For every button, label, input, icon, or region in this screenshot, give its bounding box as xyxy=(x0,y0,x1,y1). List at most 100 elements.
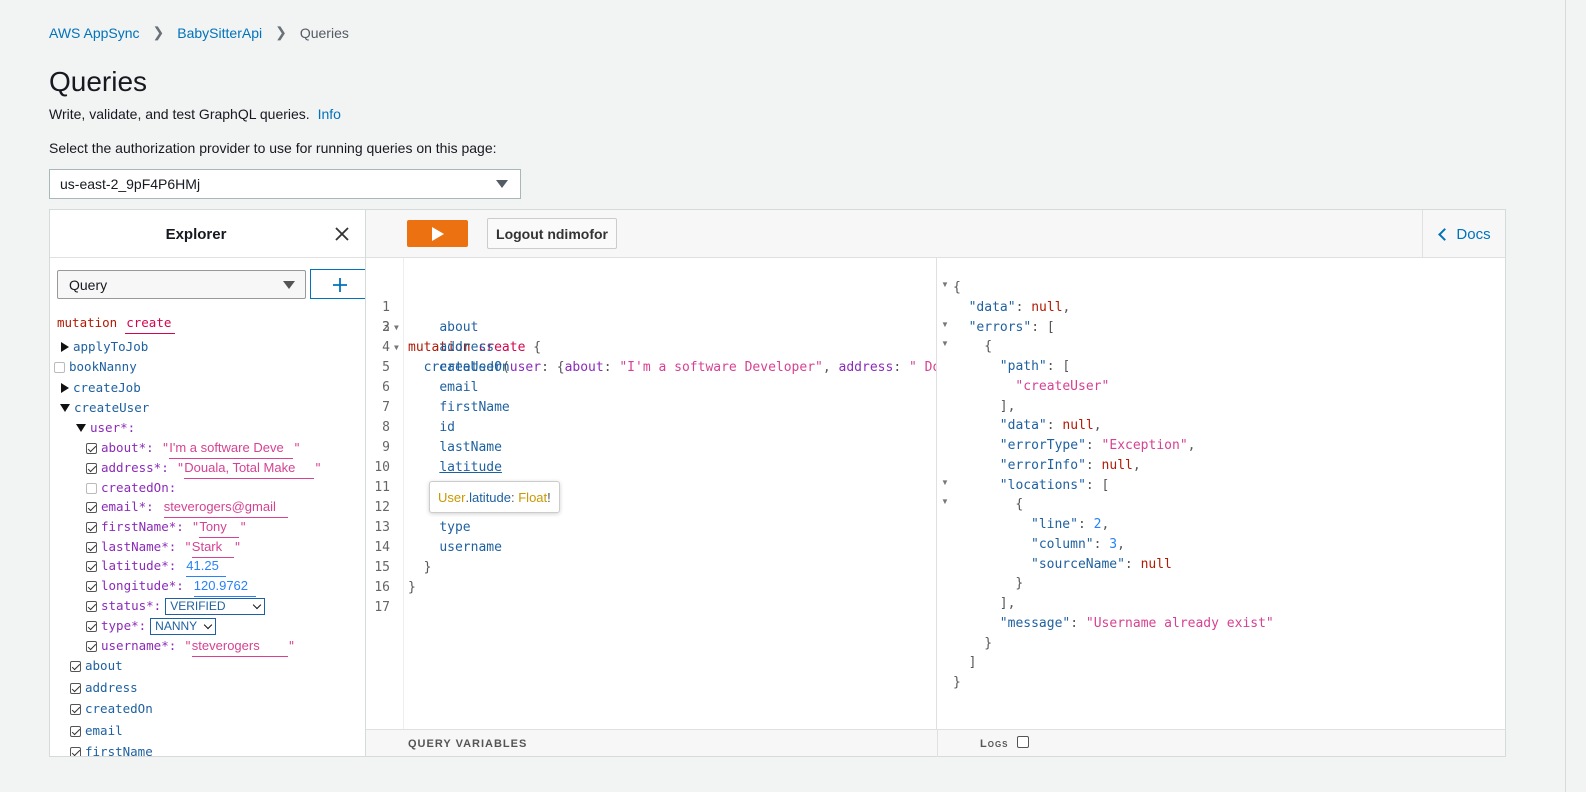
breadcrumb-api-link[interactable]: BabySitterApi xyxy=(177,25,262,41)
code-line: 14 username xyxy=(366,538,936,558)
result-line: { xyxy=(1015,497,1024,513)
code-field: address xyxy=(439,340,495,355)
arg-label: username*: xyxy=(101,638,177,653)
selection-address[interactable]: address xyxy=(70,678,138,698)
checkbox-icon[interactable] xyxy=(86,580,97,592)
page: AWS AppSync ❯ BabySitterApi ❯ Queries Qu… xyxy=(0,0,1566,792)
close-icon[interactable] xyxy=(334,226,350,242)
line-number: 10 xyxy=(374,460,390,475)
result-line: "data": null, xyxy=(968,299,1071,315)
caret-down-icon xyxy=(496,180,508,188)
fold-arrow-icon[interactable]: ▼ xyxy=(941,339,949,348)
plus-icon xyxy=(333,278,347,292)
field-bookNanny[interactable]: bookNanny xyxy=(54,357,137,377)
arg-label: about*: xyxy=(101,440,154,455)
checkbox-icon[interactable] xyxy=(86,600,97,612)
checkbox-icon[interactable] xyxy=(86,640,97,652)
logout-button[interactable]: Logout ndimofor xyxy=(487,218,617,249)
arg-user[interactable]: user*: xyxy=(76,418,135,438)
quote-mark: " xyxy=(161,440,170,455)
fold-arrow-icon[interactable]: ▼ xyxy=(941,478,949,487)
checkbox-icon[interactable] xyxy=(86,560,97,572)
arg-status: status*: VERIFIED xyxy=(86,596,266,616)
auth-provider-select[interactable]: us-east-2_9pF4P6HMj xyxy=(49,169,521,199)
tooltip-field: latitude xyxy=(469,489,511,505)
fold-arrow-icon[interactable]: ▼ xyxy=(941,280,949,289)
about-input[interactable]: I'm a software Deve xyxy=(169,438,294,459)
username-input[interactable]: steverogers xyxy=(191,636,288,657)
selection-about[interactable]: about xyxy=(70,656,123,676)
checkbox-icon[interactable] xyxy=(70,682,81,694)
checkbox-icon[interactable] xyxy=(70,725,81,737)
arg-createdOn: createdOn: xyxy=(86,478,176,498)
code-field: type xyxy=(439,520,471,535)
docs-button[interactable]: Docs xyxy=(1422,210,1505,258)
address-input[interactable]: Douala, Total Make xyxy=(184,458,315,479)
line-number: 7 xyxy=(382,400,390,415)
quote-mark: " xyxy=(314,460,322,475)
checkbox-icon[interactable] xyxy=(70,703,81,715)
firstname-input[interactable]: Tony xyxy=(199,517,240,538)
field-label: createdOn xyxy=(85,701,153,716)
code-line: 16} xyxy=(366,578,936,598)
result-line: { xyxy=(953,280,961,295)
checkbox-icon[interactable] xyxy=(86,482,97,494)
result-viewer: ▼ {"data": null, ▼ "errors": [▼ {"path": ["c… xyxy=(937,258,1505,729)
lastname-input[interactable]: Stark xyxy=(191,537,234,558)
code-line: 8 id xyxy=(366,418,936,438)
explorer-panel: Explorer Query mutation create applyToJo… xyxy=(50,210,366,756)
longitude-input[interactable]: 120.9762 xyxy=(193,576,256,597)
code-line: 2 ▼ createUser(user: {about: "I'm a soft… xyxy=(366,298,936,375)
operation-name-input[interactable]: create xyxy=(125,313,176,334)
arg-email: email*: steverogers@gmail xyxy=(86,497,288,518)
tooltip-type: User xyxy=(438,489,466,505)
checkbox-icon[interactable] xyxy=(70,746,81,756)
code-field-hovered[interactable]: latitude xyxy=(439,460,502,475)
query-editor[interactable]: 1 ▼ mutation create { 2 ▼ createUser(use… xyxy=(366,258,937,729)
field-label: email xyxy=(85,723,123,738)
logs-checkbox[interactable] xyxy=(1017,736,1029,748)
fold-arrow-icon[interactable]: ▼ xyxy=(941,320,949,329)
breadcrumb-current: Queries xyxy=(299,24,349,41)
play-icon xyxy=(432,227,444,241)
operation-type-select[interactable]: Query xyxy=(57,270,306,299)
checkbox-icon[interactable] xyxy=(86,620,97,632)
field-createJob[interactable]: createJob xyxy=(61,378,141,398)
arg-latitude: latitude*: 41.25 xyxy=(86,556,227,577)
code-line: 7 firstName xyxy=(366,398,936,418)
checkbox-icon[interactable] xyxy=(86,462,97,474)
checkbox-icon[interactable] xyxy=(70,660,81,672)
code-line: 10 latitude xyxy=(366,458,936,478)
result-line: "message": "Username already exist" xyxy=(999,615,1274,631)
run-query-button[interactable] xyxy=(407,220,468,247)
explorer-title: Explorer xyxy=(165,226,227,243)
checkbox-icon[interactable] xyxy=(86,521,97,533)
checkbox-icon[interactable] xyxy=(86,541,97,553)
selection-email[interactable]: email xyxy=(70,721,123,741)
fold-arrow-icon[interactable]: ▼ xyxy=(941,497,949,506)
checkbox-icon[interactable] xyxy=(54,361,65,373)
checkbox-icon[interactable] xyxy=(86,501,97,513)
latitude-input[interactable]: 41.25 xyxy=(186,556,227,577)
line-number: 6 xyxy=(382,380,390,395)
arg-username: username*: " steverogers " xyxy=(86,636,296,657)
graphiql-ide: Explorer Query mutation create applyToJo… xyxy=(49,209,1506,757)
email-input[interactable]: steverogers@gmail xyxy=(163,497,288,518)
checkbox-icon[interactable] xyxy=(86,442,97,454)
type-select[interactable]: NANNY xyxy=(150,617,217,635)
code-field: username xyxy=(439,540,502,555)
selection-createdOn[interactable]: createdOn xyxy=(70,699,153,719)
info-link[interactable]: Info xyxy=(318,106,341,122)
field-applyToJob[interactable]: applyToJob xyxy=(61,337,148,357)
quote-mark: " xyxy=(233,539,242,554)
brace: } xyxy=(408,580,416,595)
add-operation-button[interactable] xyxy=(310,269,365,299)
caret-down-icon xyxy=(60,404,70,412)
status-select[interactable]: VERIFIED xyxy=(165,597,266,615)
selection-firstName[interactable]: firstName xyxy=(70,742,153,756)
query-variables-toggle[interactable]: QUERY VARIABLES xyxy=(408,738,527,750)
field-label: firstName xyxy=(85,744,153,756)
quote-mark: " xyxy=(287,638,296,653)
field-createUser[interactable]: createUser xyxy=(60,398,149,418)
breadcrumb-appsync-link[interactable]: AWS AppSync xyxy=(49,25,140,41)
